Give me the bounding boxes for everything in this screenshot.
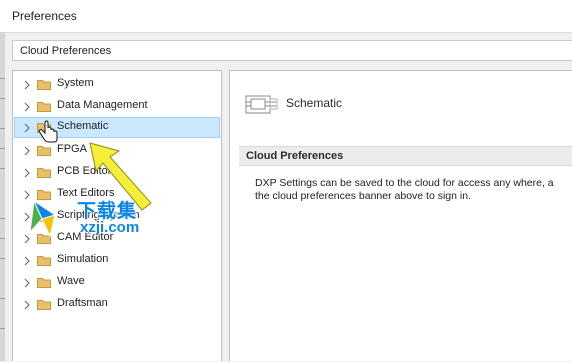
chevron-right-icon[interactable] <box>21 277 33 289</box>
preferences-page-panel: Schematic Cloud Preferences DXP Settings… <box>229 70 572 361</box>
tree-item-label: Data Management <box>57 99 148 111</box>
chevron-right-icon[interactable] <box>21 211 33 223</box>
chevron-right-icon[interactable] <box>21 299 33 311</box>
chevron-right-icon[interactable] <box>21 79 33 91</box>
tree-item-label: System <box>57 77 94 89</box>
tree-item-fpga[interactable]: FPGA <box>14 140 220 161</box>
chevron-right-icon[interactable] <box>21 145 33 157</box>
folder-icon <box>37 168 51 178</box>
folder-icon <box>37 300 51 310</box>
folder-icon <box>37 146 51 156</box>
description-line: DXP Settings can be saved to the cloud f… <box>255 177 554 189</box>
chevron-right-icon[interactable] <box>21 122 33 134</box>
chevron-right-icon[interactable] <box>21 255 33 267</box>
tree-item-system[interactable]: System <box>14 74 220 95</box>
chevron-right-icon[interactable] <box>21 189 33 201</box>
chevron-right-icon[interactable] <box>21 167 33 179</box>
folder-icon <box>37 190 51 200</box>
section-header: Cloud Preferences <box>239 146 572 166</box>
folder-icon <box>37 256 51 266</box>
chevron-right-icon[interactable] <box>21 101 33 113</box>
tree-item-label: Draftsman <box>57 297 108 309</box>
tree-item-pcb-editor[interactable]: PCB Editor <box>14 162 220 183</box>
tree-item-wave[interactable]: Wave <box>14 272 220 293</box>
description-text: DXP Settings can be saved to the cloud f… <box>255 177 572 203</box>
tree-item-label: FPGA <box>57 143 87 155</box>
tree-item-label: PCB Editor <box>57 165 112 177</box>
folder-icon <box>37 278 51 288</box>
tree-item-simulation[interactable]: Simulation <box>14 250 220 271</box>
tree-item-label: Schematic <box>57 120 109 132</box>
tree-item-draftsman[interactable]: Draftsman <box>14 294 220 315</box>
folder-icon <box>37 102 51 112</box>
folder-icon <box>37 234 51 244</box>
schematic-icon <box>245 95 278 114</box>
folder-icon <box>37 80 51 90</box>
tree-item-data-management[interactable]: Data Management <box>14 96 220 117</box>
page-title: Schematic <box>286 96 343 110</box>
description-line: the cloud preferences banner above to si… <box>255 190 471 202</box>
breadcrumb-label: Cloud Preferences <box>20 45 112 57</box>
watermark-domain: xzji.com <box>80 219 140 236</box>
folder-icon <box>37 123 51 133</box>
chevron-right-icon[interactable] <box>21 233 33 245</box>
title-bar: Preferences <box>0 0 572 32</box>
tree-item-label: Wave <box>57 275 85 287</box>
folder-icon <box>37 212 51 222</box>
tree-item-label: Simulation <box>57 253 109 265</box>
tree-item-schematic[interactable]: Schematic <box>14 117 220 138</box>
breadcrumb: Cloud Preferences <box>12 40 572 61</box>
section-header-label: Cloud Preferences <box>246 150 344 162</box>
window-title: Preferences <box>12 9 77 23</box>
